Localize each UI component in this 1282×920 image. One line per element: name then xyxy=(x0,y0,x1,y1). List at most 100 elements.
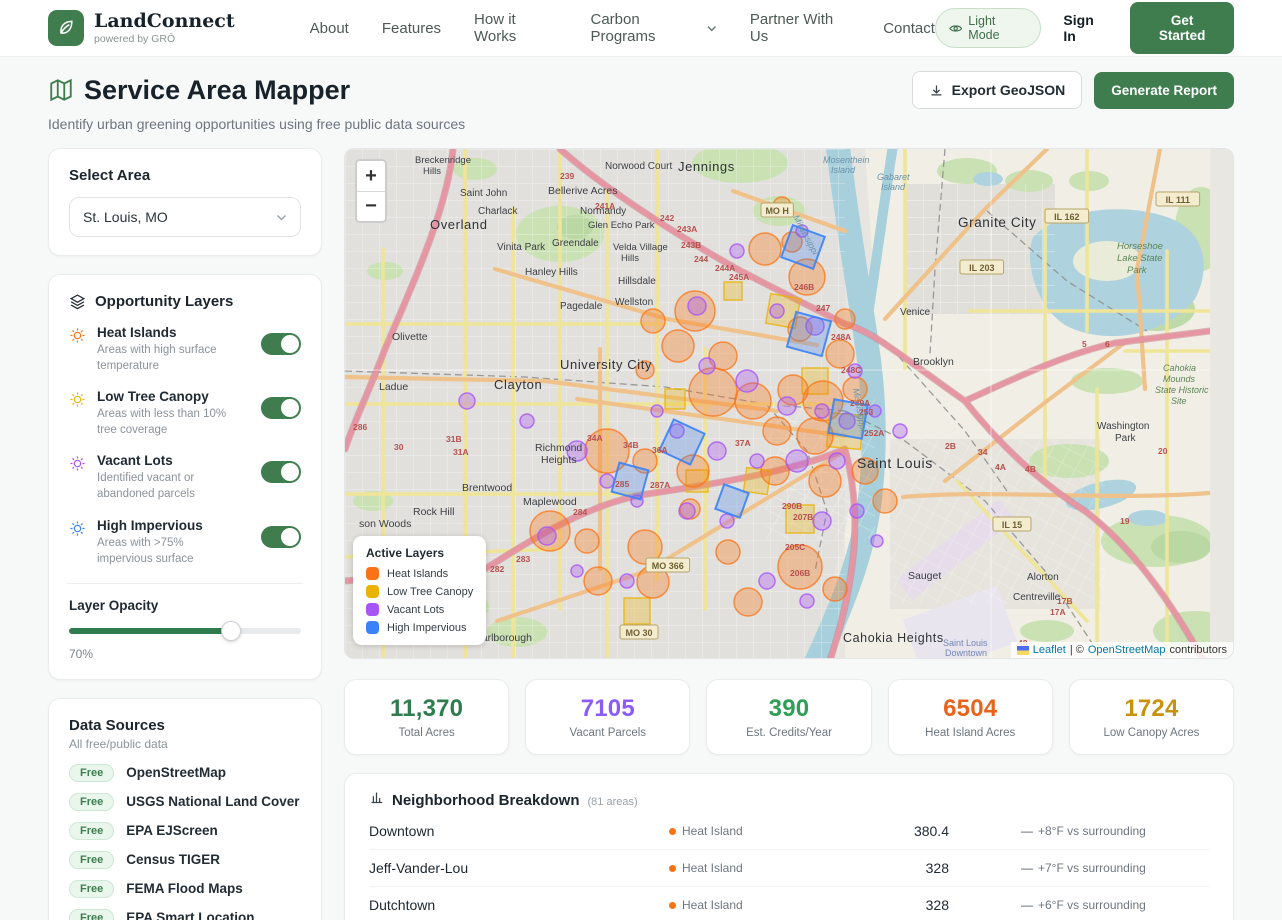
svg-text:Velda Village: Velda Village xyxy=(613,242,668,253)
get-started-button[interactable]: Get Started xyxy=(1130,2,1234,54)
svg-text:Lake State: Lake State xyxy=(1117,253,1162,264)
osm-link[interactable]: OpenStreetMap xyxy=(1088,644,1166,656)
svg-text:244: 244 xyxy=(694,254,708,264)
layer-toggle[interactable] xyxy=(261,397,301,419)
legend-items: Heat Islands Low Tree Canopy Vacant Lots xyxy=(366,567,473,634)
page-subtitle: Identify urban greening opportunities us… xyxy=(48,116,1234,132)
leaflet-link[interactable]: Leaflet xyxy=(1033,644,1066,656)
legend-title: Active Layers xyxy=(366,546,473,560)
layers-heading: Opportunity Layers xyxy=(95,293,233,310)
legend-item: High Impervious xyxy=(366,621,473,634)
nav-item[interactable]: How it Works xyxy=(474,11,557,45)
nav-item[interactable]: Contact xyxy=(883,20,935,37)
svg-text:242: 242 xyxy=(660,213,674,223)
slider-knob[interactable] xyxy=(221,621,241,641)
svg-text:Breckenridge: Breckenridge xyxy=(415,155,471,166)
zoom-out-button[interactable]: − xyxy=(357,191,385,221)
stat-label: Total Acres xyxy=(355,727,498,739)
data-source-row: Free USGS National Land Cover xyxy=(69,793,301,811)
svg-text:son Woods: son Woods xyxy=(359,518,411,530)
svg-text:Hills: Hills xyxy=(621,253,639,264)
legend-item: Heat Islands xyxy=(366,567,473,580)
svg-text:Washington: Washington xyxy=(1097,421,1149,432)
svg-text:IL 162: IL 162 xyxy=(1054,212,1079,222)
svg-text:Saint John: Saint John xyxy=(460,188,507,199)
leaf-logo-icon xyxy=(48,10,84,46)
svg-text:Hills: Hills xyxy=(423,166,441,177)
svg-text:290B: 290B xyxy=(782,501,802,511)
svg-text:30: 30 xyxy=(394,442,404,452)
svg-text:Richmond: Richmond xyxy=(535,442,582,454)
top-navigation-bar: LandConnect powered by GRŌ About Feature… xyxy=(0,0,1282,57)
nav-item[interactable]: About xyxy=(310,20,349,37)
svg-text:Mounds: Mounds xyxy=(1163,374,1196,384)
sign-in-link[interactable]: Sign In xyxy=(1063,12,1108,44)
area-select[interactable]: St. Louis, MO xyxy=(69,197,301,237)
data-source-row: Free Census TIGER xyxy=(69,851,301,869)
layer-type-icon xyxy=(69,453,87,502)
brand-tagline: powered by GRŌ xyxy=(94,33,235,45)
svg-text:Mosenthein: Mosenthein xyxy=(823,155,870,165)
select-area-heading: Select Area xyxy=(69,167,301,184)
data-source-row: Free OpenStreetMap xyxy=(69,764,301,782)
data-source-list: Free OpenStreetMap Free USGS National La… xyxy=(69,764,301,920)
svg-text:4A: 4A xyxy=(995,462,1006,472)
svg-text:245A: 245A xyxy=(729,272,749,282)
summary-stats: 11,370 Total Acres 7105 Vacant Parcels 3… xyxy=(344,679,1234,755)
layers-icon xyxy=(69,293,86,310)
layer-toggle[interactable] xyxy=(261,333,301,355)
nav-item[interactable]: Partner With Us xyxy=(750,11,850,45)
svg-text:IL 15: IL 15 xyxy=(1002,520,1022,530)
svg-text:287A: 287A xyxy=(650,480,670,490)
layer-toggle[interactable] xyxy=(261,461,301,483)
layer-item: Heat Islands Areas with high surface tem… xyxy=(69,325,301,374)
svg-text:246B: 246B xyxy=(794,282,814,292)
heat-island-dot xyxy=(669,902,676,909)
data-sources-card: Data Sources All free/public data Free O… xyxy=(48,698,322,920)
heat-island-dot xyxy=(669,828,676,835)
svg-text:239: 239 xyxy=(560,171,574,181)
svg-text:MO 30: MO 30 xyxy=(625,628,652,638)
active-layers-legend: Active Layers Heat Islands Low Tree Cano… xyxy=(353,536,486,645)
svg-text:285: 285 xyxy=(615,479,629,489)
svg-text:Clayton: Clayton xyxy=(494,377,542,392)
data-source-row: Free EPA Smart Location xyxy=(69,909,301,920)
svg-text:Brentwood: Brentwood xyxy=(462,482,512,494)
map-attribution: Leaflet | © OpenStreetMap contributors xyxy=(1011,642,1233,658)
svg-text:20: 20 xyxy=(1158,446,1168,456)
stat-label: Vacant Parcels xyxy=(536,727,679,739)
svg-text:Gabaret: Gabaret xyxy=(877,172,910,182)
svg-text:34A: 34A xyxy=(587,433,603,443)
data-sources-subtitle: All free/public data xyxy=(69,737,301,751)
stat-value: 1724 xyxy=(1080,695,1223,723)
layer-type-icon xyxy=(69,325,87,374)
opacity-slider[interactable] xyxy=(69,621,301,641)
nav-item[interactable]: Features xyxy=(382,20,441,37)
layer-toggle[interactable] xyxy=(261,526,301,548)
map-container: MO HIL 162IL 111IL 203MO 366MO 30IL 15 2… xyxy=(344,148,1234,659)
breakdown-row: Downtown Heat Island 380.4 — +8°F vs sur… xyxy=(369,813,1209,850)
svg-text:282: 282 xyxy=(490,564,504,574)
light-mode-toggle[interactable]: Light Mode xyxy=(935,8,1042,48)
svg-text:Maplewood: Maplewood xyxy=(523,496,577,508)
nav-item[interactable]: Carbon Programs xyxy=(591,11,717,45)
svg-text:University City: University City xyxy=(560,357,652,372)
bar-chart-icon xyxy=(369,790,384,805)
zoom-in-button[interactable]: + xyxy=(357,161,385,191)
svg-text:Granite City: Granite City xyxy=(958,215,1036,230)
generate-report-button[interactable]: Generate Report xyxy=(1094,72,1234,109)
export-geojson-button[interactable]: Export GeoJSON xyxy=(912,71,1083,109)
svg-text:37A: 37A xyxy=(735,438,751,448)
layer-item: Low Tree Canopy Areas with less than 10%… xyxy=(69,389,301,438)
svg-text:6: 6 xyxy=(1105,339,1110,349)
svg-text:4B: 4B xyxy=(1025,464,1036,474)
brand-logo[interactable]: LandConnect powered by GRŌ xyxy=(48,10,235,46)
svg-text:31A: 31A xyxy=(453,447,469,457)
data-source-row: Free FEMA Flood Maps xyxy=(69,880,301,898)
legend-color-chip xyxy=(366,567,379,580)
brand-name: LandConnect xyxy=(94,11,235,32)
svg-text:19: 19 xyxy=(1120,516,1130,526)
neighborhood-breakdown-card: Neighborhood Breakdown (81 areas) Downto… xyxy=(344,773,1234,920)
stat-label: Low Canopy Acres xyxy=(1080,727,1223,739)
legend-color-chip xyxy=(366,621,379,634)
